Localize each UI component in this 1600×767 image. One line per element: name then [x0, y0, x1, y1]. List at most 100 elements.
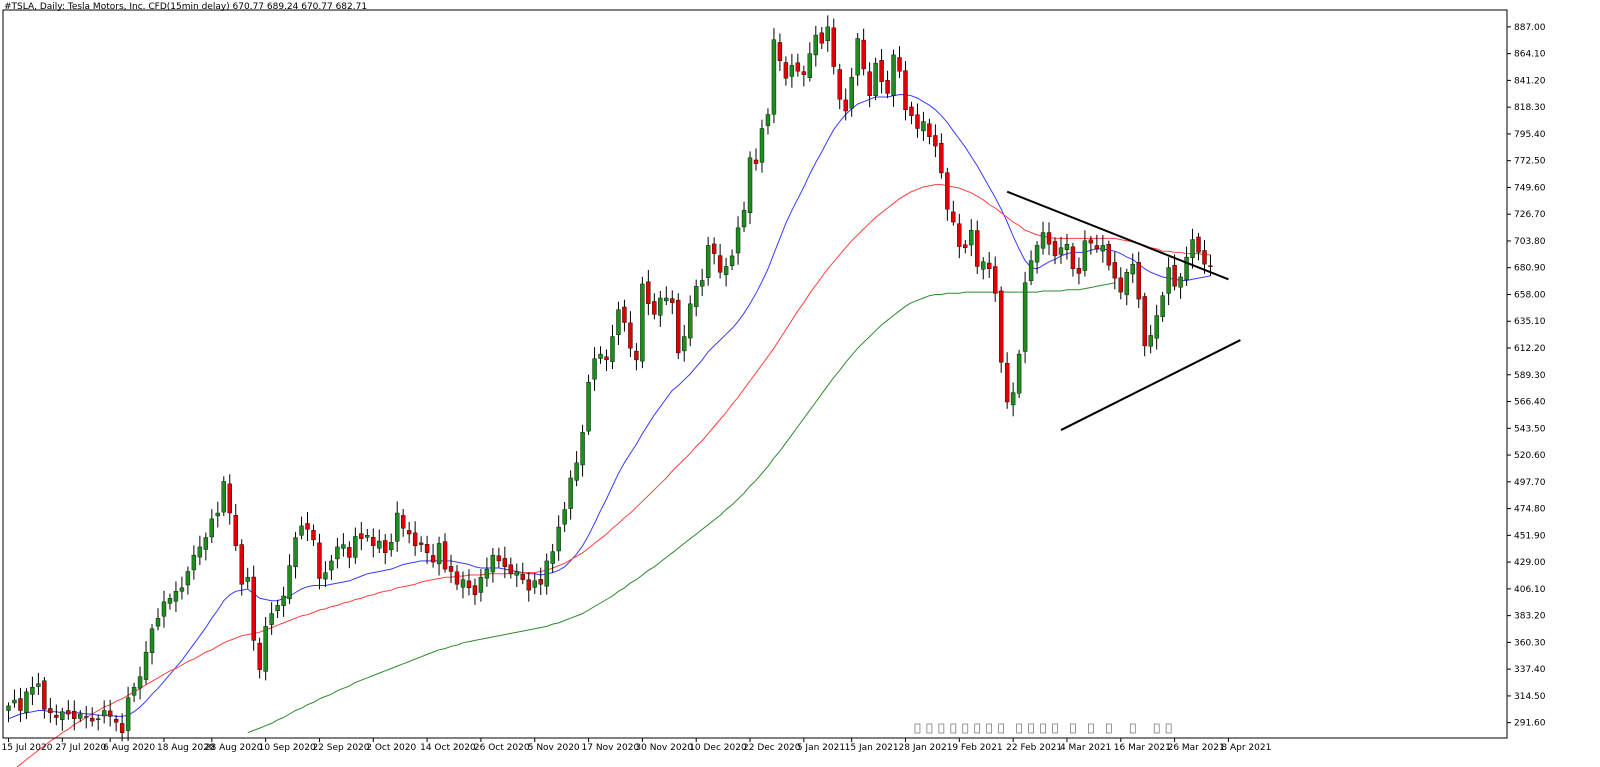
candle-body	[442, 541, 448, 570]
candle-body	[604, 356, 609, 361]
candle-body	[1100, 245, 1106, 252]
candle-body	[759, 128, 765, 163]
candle-body	[975, 230, 980, 267]
candle-body	[257, 642, 262, 670]
candle-body	[54, 715, 59, 718]
event-marker	[962, 723, 969, 734]
event-marker	[1028, 723, 1034, 734]
x-tick-label: 22 Dec 2020	[743, 743, 801, 753]
candle-body	[371, 537, 376, 546]
candle-body	[42, 680, 47, 710]
candle-body	[377, 540, 382, 549]
candle-body	[963, 244, 968, 248]
candle-body	[688, 303, 693, 339]
event-marker	[1052, 723, 1058, 734]
candle-body	[831, 27, 836, 67]
y-tick-label: 337.40	[1514, 665, 1546, 675]
candle-body	[239, 544, 244, 585]
candle-body	[610, 336, 615, 362]
x-tick-label: 6 Aug 2020	[103, 743, 155, 753]
y-tick-label: 360.30	[1514, 638, 1546, 648]
candle-body	[981, 261, 986, 270]
candle-body	[1208, 265, 1213, 267]
x-tick-label: 26 Mar 2021	[1168, 743, 1225, 753]
candle-body	[1028, 260, 1034, 281]
candle-body	[711, 243, 717, 254]
candle-body	[317, 542, 322, 579]
candle-body	[987, 262, 992, 269]
candle-body	[1064, 244, 1070, 250]
candle-body	[1166, 267, 1171, 294]
x-tick-label: 15 Jan 2021	[845, 743, 899, 753]
event-marker	[1070, 723, 1076, 734]
candle-body	[789, 65, 795, 77]
candle-body	[430, 555, 436, 563]
candle-body	[1190, 239, 1195, 258]
candle-body	[36, 683, 41, 687]
candle-body	[1004, 363, 1010, 403]
y-tick-label: 589.30	[1514, 371, 1546, 381]
candle-body	[837, 69, 842, 100]
candle-body	[131, 686, 137, 696]
candle-body	[1088, 239, 1094, 244]
x-tick-label: 4 Mar 2021	[1060, 743, 1111, 753]
y-tick-label: 612.20	[1514, 344, 1546, 354]
price-chart[interactable]: 887.00 864.10 841.20 818.30 795.40 772.50 749.…	[0, 0, 1600, 767]
candle-body	[909, 106, 914, 116]
event-marker	[1106, 723, 1112, 734]
candle-body	[161, 601, 167, 617]
candle-body	[311, 530, 316, 541]
candle-body	[287, 565, 292, 600]
candle-body	[66, 710, 71, 715]
candle-body	[305, 523, 310, 530]
event-marker	[926, 723, 933, 734]
candle-body	[1172, 264, 1177, 287]
y-tick-label: 635.10	[1514, 317, 1546, 327]
candle-body	[1136, 262, 1141, 300]
y-tick-label: 864.10	[1514, 50, 1546, 60]
candle-body	[795, 62, 801, 72]
y-tick-label: 772.50	[1514, 157, 1546, 167]
candle-body	[616, 309, 621, 335]
candle-body	[622, 306, 627, 323]
candle-body	[741, 210, 747, 228]
candle-body	[1052, 241, 1058, 257]
x-tick-label: 22 Sep 2020	[312, 743, 369, 753]
candle-body	[341, 544, 346, 549]
candle-body	[634, 350, 639, 361]
candle-body	[185, 571, 191, 586]
candle-body	[933, 135, 938, 147]
ma-line-0	[8, 94, 1211, 720]
candle-body	[670, 298, 675, 303]
y-tick-label: 520.60	[1514, 451, 1546, 461]
y-tick-label: 383.20	[1514, 612, 1546, 622]
candle-body	[652, 301, 657, 315]
candle-body	[113, 719, 119, 723]
candle-body	[365, 535, 370, 538]
candle-body	[1130, 263, 1135, 275]
candle-body	[592, 358, 597, 380]
candle-body	[867, 71, 872, 97]
candle-body	[694, 286, 699, 307]
candle-body	[891, 54, 896, 96]
candle-body	[586, 381, 591, 432]
candle-body	[777, 42, 783, 61]
y-tick-label: 543.50	[1514, 424, 1546, 434]
candle-body	[993, 266, 998, 294]
candle-body	[717, 255, 723, 273]
candle-body	[107, 710, 113, 717]
candle-body	[1124, 272, 1129, 296]
candle-body	[263, 626, 268, 672]
candle-body	[347, 547, 352, 558]
candle-body	[125, 697, 131, 731]
y-tick-label: 291.60	[1514, 719, 1546, 729]
candle-body	[466, 580, 472, 589]
candle-body	[1154, 315, 1159, 339]
event-marker	[998, 723, 1004, 734]
y-tick-label: 406.10	[1514, 585, 1546, 595]
candle-body	[580, 432, 585, 466]
candle-body	[885, 80, 890, 94]
candle-body	[173, 591, 179, 602]
candle-body	[1112, 262, 1118, 279]
event-marker	[1040, 723, 1046, 734]
